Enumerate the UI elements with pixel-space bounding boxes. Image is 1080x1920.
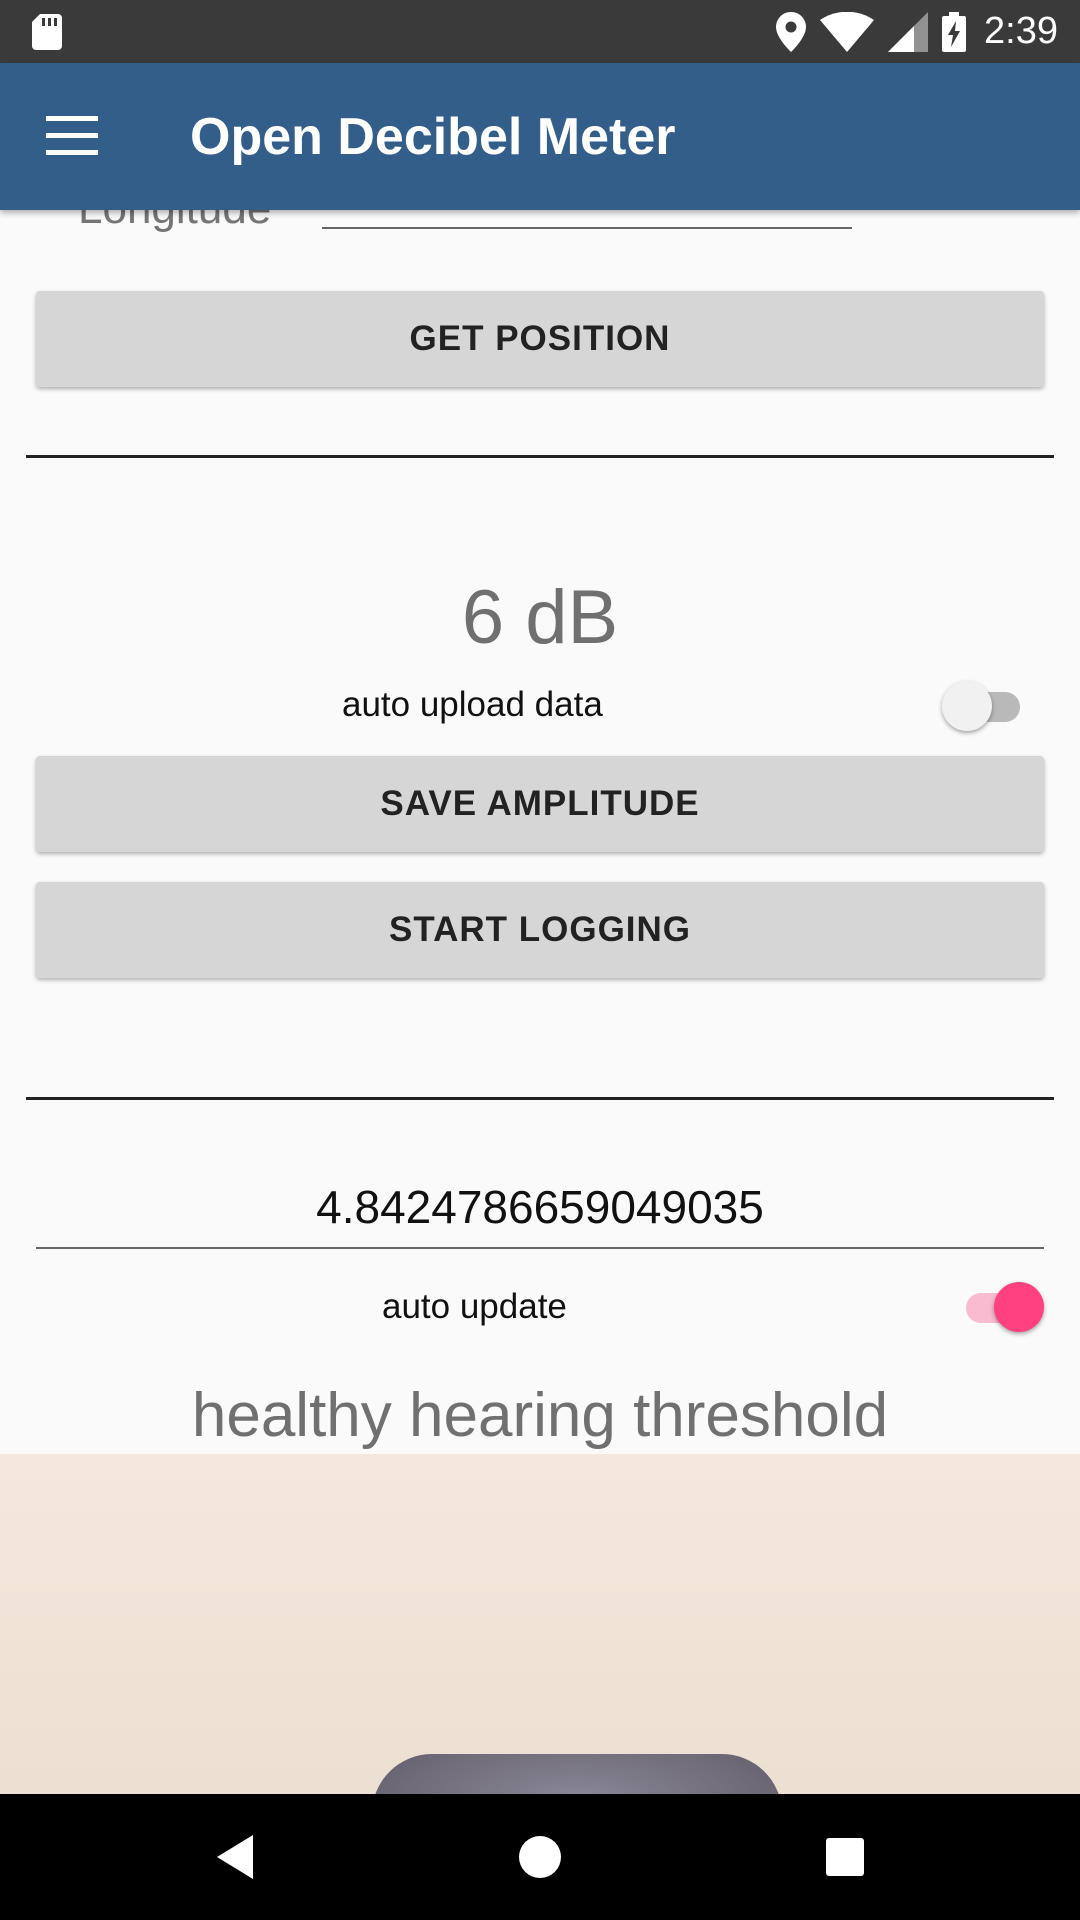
threshold-field-underline: [36, 1247, 1044, 1249]
threshold-value-field[interactable]: 4.8424786659049035: [36, 1180, 1044, 1234]
stone-image: [372, 1754, 782, 1794]
auto-update-label: auto update: [382, 1287, 567, 1326]
location-icon: [776, 11, 807, 52]
back-triangle-icon[interactable]: [175, 1794, 295, 1920]
status-bar: 2:39: [0, 0, 1080, 63]
hearing-threshold-label: healthy hearing threshold: [191, 1381, 889, 1450]
app-bar: Open Decibel Meter: [0, 63, 1080, 210]
hamburger-menu-icon[interactable]: [46, 116, 98, 156]
sd-card-icon: [32, 14, 62, 50]
save-amplitude-button[interactable]: SAVE AMPLITUDE: [36, 756, 1044, 852]
decibel-value: 6 dB: [461, 575, 619, 660]
app-title: Open Decibel Meter: [190, 108, 676, 166]
auto-upload-label: auto upload data: [342, 685, 603, 724]
signal-icon: [888, 11, 929, 52]
home-circle-icon[interactable]: [480, 1794, 600, 1920]
divider: [26, 455, 1054, 458]
get-position-button[interactable]: GET POSITION: [36, 291, 1044, 387]
wifi-icon: [820, 11, 875, 52]
main-content[interactable]: Longitude GET POSITION 6 dB auto upload …: [0, 210, 1080, 1454]
status-time: 2:39: [984, 10, 1058, 52]
recents-square-icon[interactable]: [785, 1794, 905, 1920]
auto-update-switch[interactable]: [960, 1282, 1044, 1332]
divider: [26, 1097, 1054, 1100]
auto-upload-switch[interactable]: [942, 681, 1026, 731]
battery-charging-icon: [942, 11, 967, 52]
longitude-label: Longitude: [78, 210, 271, 234]
background-image: [0, 1454, 1080, 1794]
longitude-field[interactable]: [322, 227, 852, 229]
navigation-bar: [0, 1794, 1080, 1920]
start-logging-button[interactable]: START LOGGING: [36, 882, 1044, 978]
